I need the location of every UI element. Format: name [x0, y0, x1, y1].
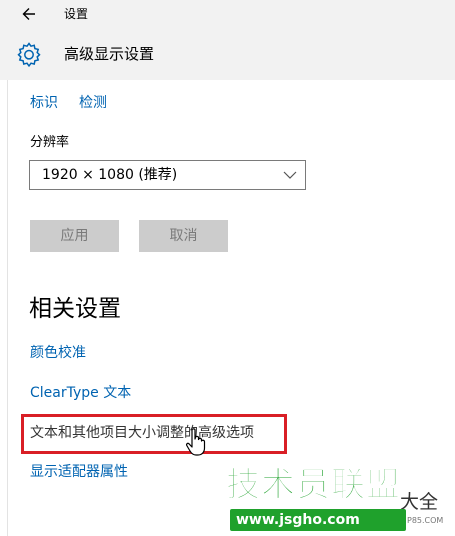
page-header: 高级显示设置 [0, 30, 455, 80]
detect-link[interactable]: 检测 [79, 94, 107, 112]
identify-link[interactable]: 标识 [30, 94, 58, 112]
cancel-button[interactable]: 取消 [139, 220, 228, 252]
resolution-dropdown[interactable]: 1920 × 1080 (推荐) [29, 160, 306, 190]
gear-icon [17, 42, 41, 67]
page-title: 高级显示设置 [64, 45, 155, 63]
watermark-url-bar: www.jsgho.com [230, 509, 406, 531]
watermark-url: www.jsgho.com [236, 512, 360, 528]
content-left-border [7, 80, 8, 536]
display-adapter-properties-link[interactable]: 显示适配器属性 [30, 463, 128, 481]
highlight-annotation-box [21, 414, 287, 454]
cleartype-text-link[interactable]: ClearType 文本 [30, 384, 131, 402]
chevron-down-icon [283, 171, 297, 179]
resolution-label: 分辨率 [30, 135, 70, 150]
apply-button[interactable]: 应用 [30, 220, 119, 252]
title-bar: 设置 [0, 0, 455, 30]
resolution-selected-value: 1920 × 1080 (推荐) [42, 167, 178, 183]
site-watermark: 技术员联盟 大全 www.jsgho.com P85.COM [224, 464, 455, 536]
settings-window: 设置 高级显示设置 标识 检测 分辨率 1920 × 1080 (推荐) 应用 … [0, 0, 455, 536]
color-calibration-link[interactable]: 颜色校准 [30, 344, 86, 362]
back-arrow-icon[interactable] [21, 5, 37, 23]
watermark-main-text: 技术员联盟 [226, 465, 401, 506]
related-settings-heading: 相关设置 [29, 296, 121, 322]
hand-cursor-icon [186, 428, 206, 456]
window-title: 设置 [64, 7, 89, 21]
watermark-small-text: P85.COM [407, 516, 444, 525]
